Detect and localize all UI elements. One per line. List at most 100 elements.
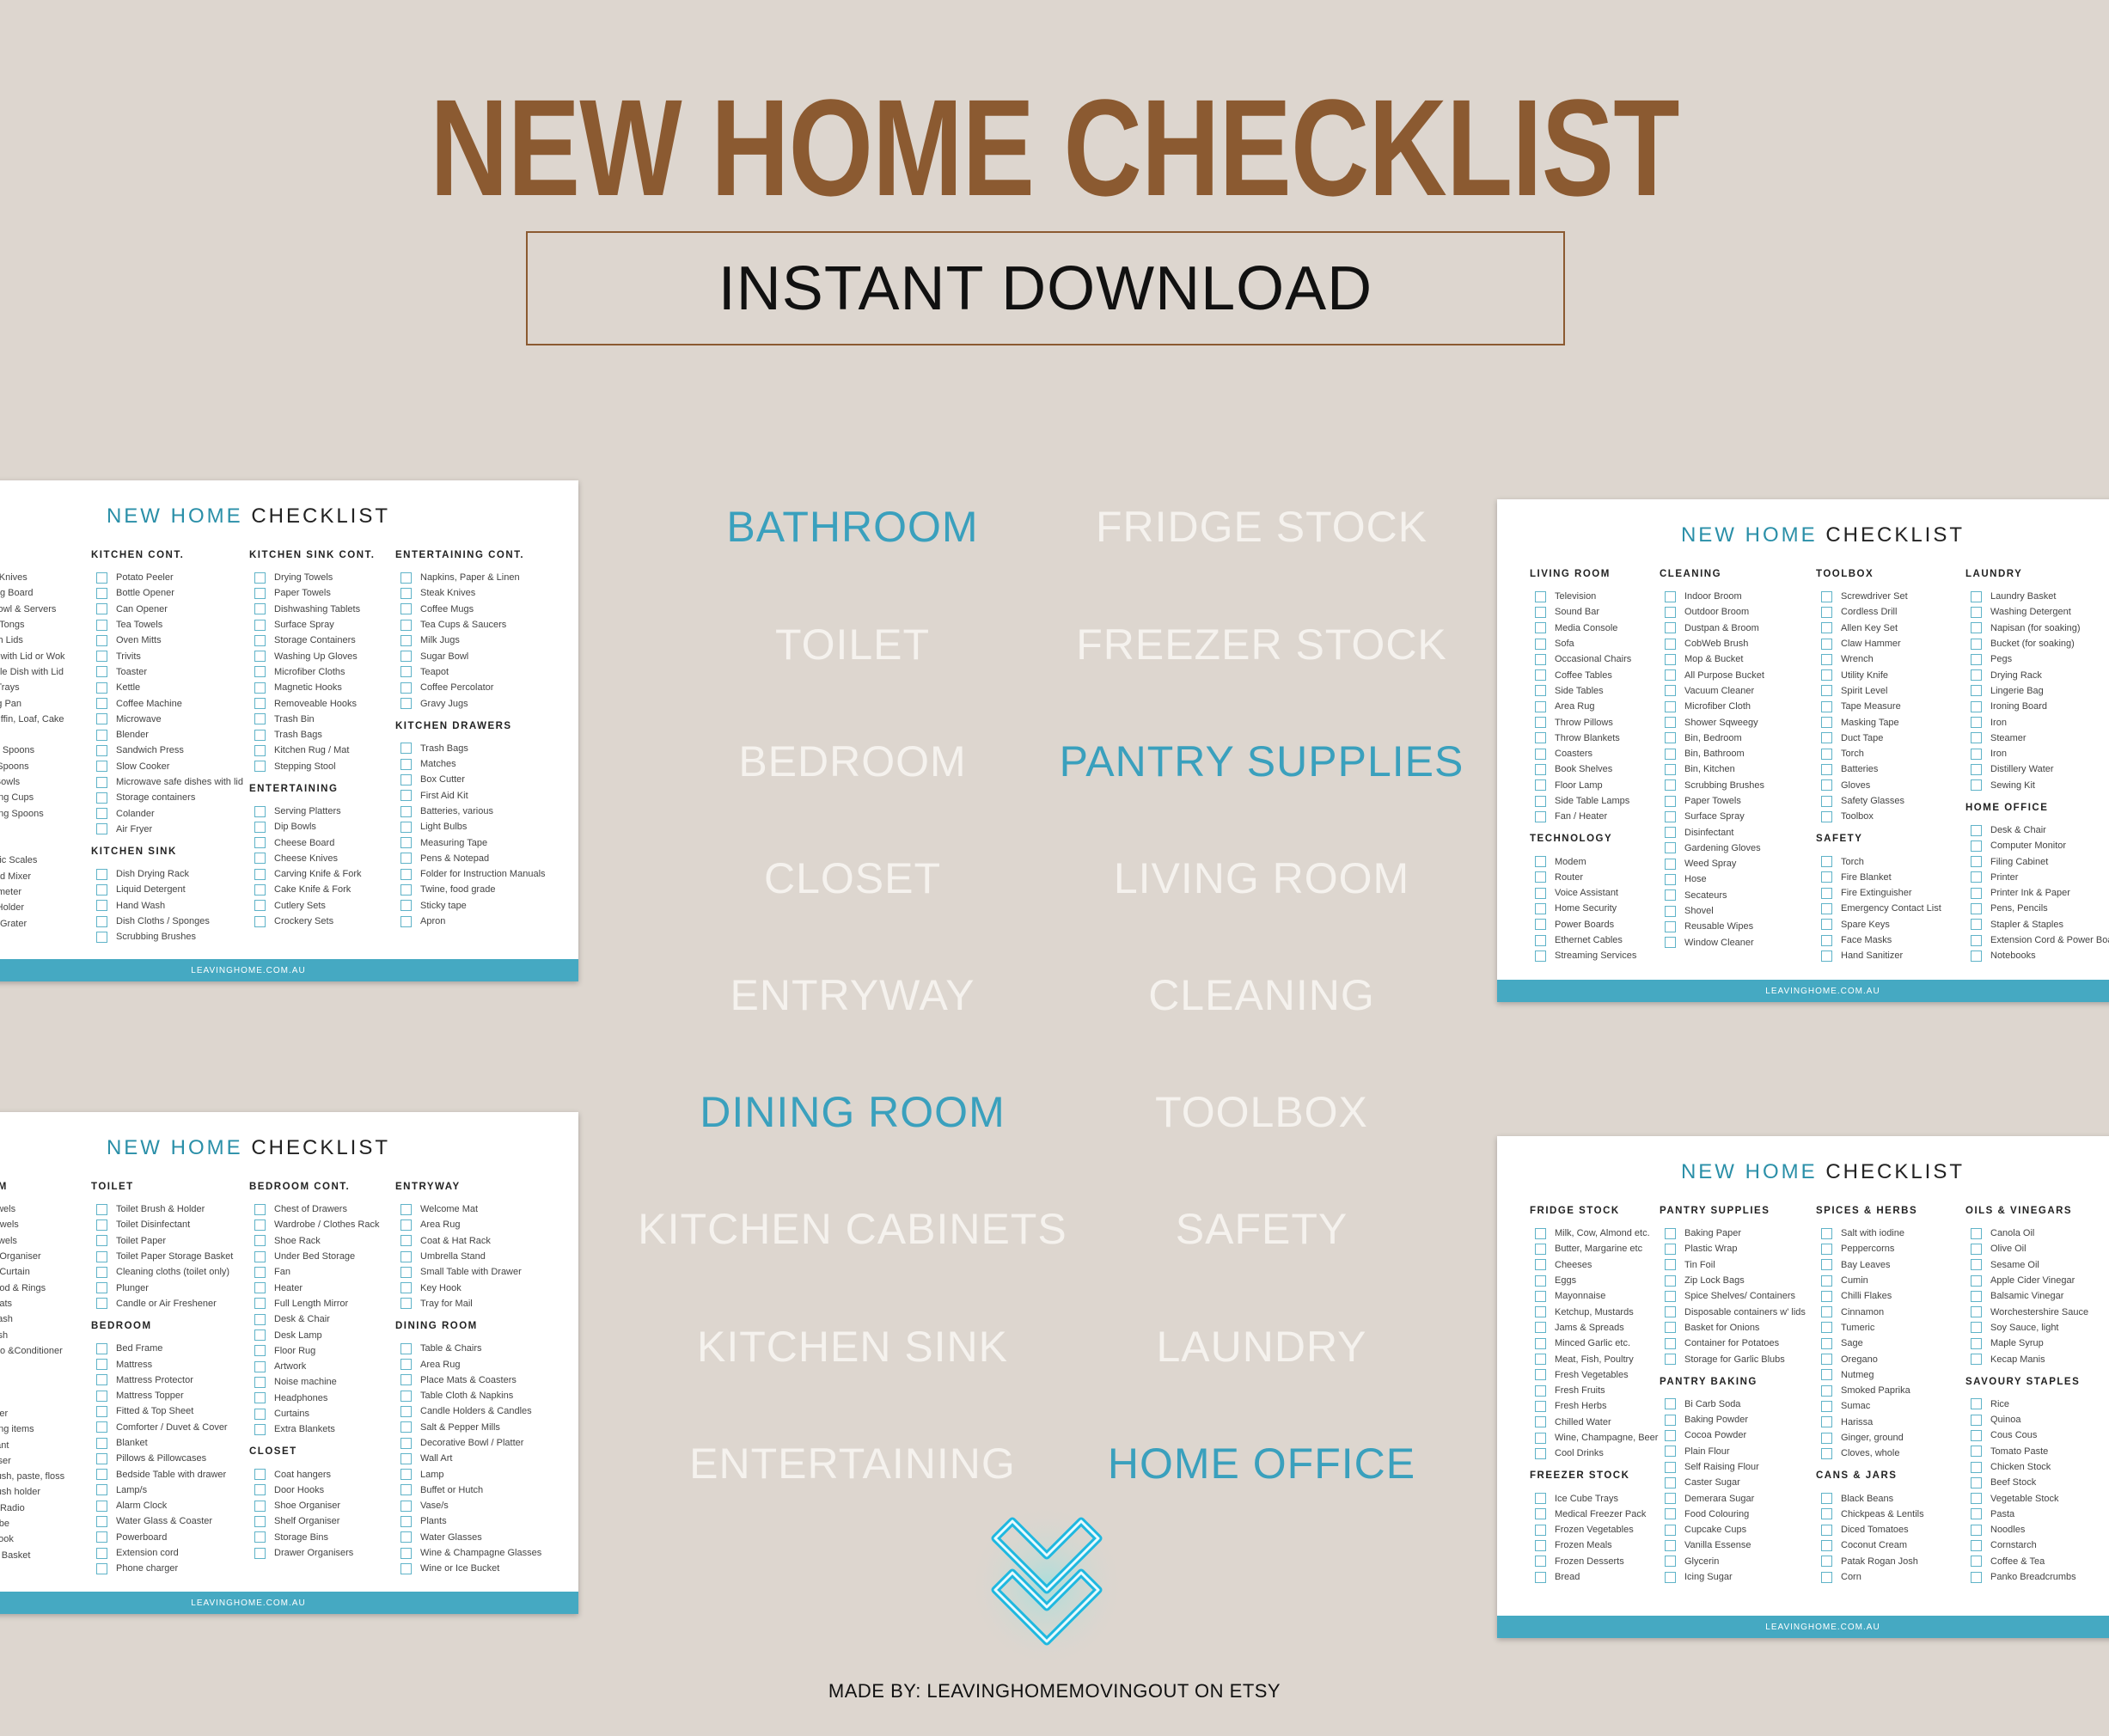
checklist-item: Extension Cord & Power Board xyxy=(1965,932,2109,948)
checkbox xyxy=(254,1376,266,1388)
checklist-section: KITCHEN CONT. Potato Peeler Bottle Opener C… xyxy=(91,549,243,837)
checklist-item: Bin, Bathroom xyxy=(1660,746,1764,761)
item-label: Coconut Cream xyxy=(1841,1540,1908,1551)
item-label: Body Wash xyxy=(0,1314,13,1325)
checklist-section: DINING ROOM Table & Chairs Area Rug Place M… xyxy=(395,1320,541,1576)
checkbox xyxy=(1971,840,1982,852)
checklist-section: SPICES & HERBS Salt with iodine Peppercorn… xyxy=(1816,1205,1924,1461)
checklist-item: Air Fryer xyxy=(91,822,243,837)
checkbox xyxy=(254,666,266,678)
item-label: Nutmeg xyxy=(1841,1369,1874,1380)
item-label: Pillows & Pillowcases xyxy=(116,1453,207,1464)
checklist-item: Hair Dryer xyxy=(0,1406,64,1421)
item-label: Electronic Scales xyxy=(0,855,38,866)
item-label: Mixing Bowls xyxy=(0,777,21,787)
item-label: Jams & Spreads xyxy=(1555,1322,1624,1333)
checklist-item: Tins, Muffin, Loaf, Cake xyxy=(0,712,65,727)
item-label: Laundry Basket xyxy=(1990,591,2057,602)
checkbox xyxy=(400,572,412,584)
checklist-item: Gravy Jugs xyxy=(395,695,546,711)
section-heading: CLEANING xyxy=(1660,569,1722,579)
checkbox xyxy=(96,1342,107,1354)
checklist-item: Paper Towels xyxy=(1660,793,1764,809)
item-label: Potato Peeler xyxy=(116,572,174,584)
checklist-item: Storage Bins xyxy=(249,1530,379,1545)
checklist-section: HOME OFFICE Desk & Chair Computer Monitor F… xyxy=(1965,802,2109,964)
item-label: Weed Spray xyxy=(1684,859,1737,870)
checklist-item: Casserole Dish with Lid xyxy=(0,664,65,680)
checkbox xyxy=(400,1547,412,1559)
checkbox xyxy=(1665,842,1676,854)
checklist-item: Carving Knife & Fork xyxy=(249,866,375,882)
checklist-item: Sieve xyxy=(0,837,65,853)
checklist-item: Panko Breadcrumbs xyxy=(1965,1569,2088,1585)
checklist-column: KITCHEN SINK CONT. Drying Towels Paper Tow… xyxy=(249,549,375,938)
item-label: Side Table Lamps xyxy=(1555,796,1630,806)
checklist-item: Screwdriver Set xyxy=(1816,589,1941,604)
item-label: Desk & Chair xyxy=(274,1314,330,1325)
checkbox xyxy=(1971,685,1982,697)
checklist-item: Light Bulbs xyxy=(395,819,546,834)
checkbox xyxy=(254,1313,266,1325)
item-label: Chest of Drawers xyxy=(274,1204,347,1215)
checklist-item: Shower Organiser xyxy=(0,1249,64,1264)
checkbox xyxy=(96,1500,107,1512)
checkbox xyxy=(1665,937,1676,949)
item-label: Floor Lamp xyxy=(1555,779,1603,791)
checklist-item: Sumac xyxy=(1816,1398,1924,1414)
item-label: Magnetic Hooks xyxy=(274,682,342,694)
checklist-item: Hand Wash xyxy=(91,898,243,914)
checkbox xyxy=(96,1359,107,1371)
checklist-item: Toothbrush holder xyxy=(0,1484,64,1500)
item-label: Sticky tape xyxy=(420,900,467,911)
checklist-item: Baking Trays xyxy=(0,680,65,695)
checklist-item: Towel Hook xyxy=(0,1531,64,1547)
item-label: Plunger xyxy=(116,1282,149,1293)
section-heading: CLOSET xyxy=(249,1446,297,1458)
checklist-item: Small Table with Drawer xyxy=(395,1264,541,1280)
checkbox xyxy=(96,883,107,896)
item-label: Cheeses xyxy=(1555,1259,1592,1270)
checkbox xyxy=(1665,1476,1676,1488)
item-label: Slotted Spoons xyxy=(0,761,29,772)
item-label: Air Fryer xyxy=(116,823,153,834)
checklist-item: Hose xyxy=(1660,871,1764,887)
checklist-item: Iron xyxy=(1965,714,2109,730)
checklist-item: Fry Pan with Lid or Wok xyxy=(0,648,65,663)
checkbox xyxy=(1665,1429,1676,1441)
item-label: Plain Flour xyxy=(1684,1446,1730,1457)
checkbox xyxy=(96,1219,107,1231)
checklist-item: Steamer xyxy=(1965,730,2109,746)
checklist-item: Wrench xyxy=(1816,651,1941,667)
checkbox xyxy=(1535,871,1546,883)
checkbox xyxy=(1971,653,1982,665)
item-label: Stapler & Staples xyxy=(1990,919,2063,930)
item-label: Pens & Notepad xyxy=(420,853,490,864)
checkbox xyxy=(1821,1227,1832,1239)
item-label: Cous Cous xyxy=(1990,1430,2038,1441)
checklist-item: Voice Assistant xyxy=(1530,885,1636,901)
checklist-item: Face Towels xyxy=(0,1233,64,1249)
item-label: Candle or Air Freshener xyxy=(116,1298,217,1309)
checklist-item: Crockery Sets xyxy=(249,914,375,929)
checklist-item: Home Security xyxy=(1530,901,1636,916)
checklist-section: CANS & JARS Black Beans Chickpeas & Lentil… xyxy=(1816,1470,1924,1585)
checklist-item: Side Table Lamps xyxy=(1530,793,1636,809)
checkbox xyxy=(1821,810,1832,822)
section-heading: KITCHEN SINK CONT. xyxy=(249,550,376,560)
checklist-item: Streaming Services xyxy=(1530,948,1636,963)
checklist-item: Floor Rug xyxy=(249,1343,379,1359)
checklist-item: Trash Bin xyxy=(249,712,375,727)
section-heading: LAUNDRY xyxy=(1965,569,2023,579)
checklist-item: Worchestershire Sauce xyxy=(1965,1304,2088,1319)
checklist-item: Bath Robe xyxy=(0,1516,64,1531)
checklist-item: Eggs xyxy=(1530,1273,1658,1288)
checklist-item: Throw Pillows xyxy=(1530,714,1636,730)
checklist-item: Chickpeas & Lentils xyxy=(1816,1507,1924,1522)
checklist-item: Medical Freezer Pack xyxy=(1530,1507,1658,1522)
checklist-item: Spice Shelves/ Containers xyxy=(1660,1288,1806,1304)
checkbox xyxy=(96,1282,107,1294)
item-label: Table Cloth & Napkins xyxy=(420,1391,514,1402)
checkbox xyxy=(1535,919,1546,931)
checklist-item: Batteries, various xyxy=(395,804,546,819)
